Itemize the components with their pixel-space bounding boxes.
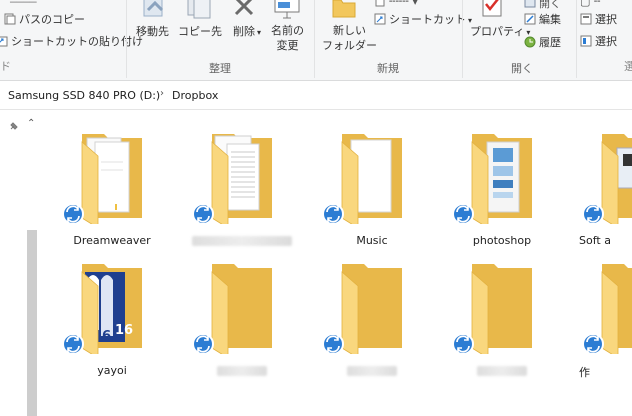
new-folder-button[interactable]: 新しい フォルダー bbox=[322, 23, 377, 53]
redacted-label bbox=[217, 366, 267, 376]
ribbon-separator bbox=[462, 0, 463, 78]
scroll-up-icon[interactable]: ⌃ bbox=[27, 118, 35, 129]
folder-label: yayoi bbox=[97, 364, 127, 377]
shortcut-label: ショートカット bbox=[389, 13, 466, 26]
redacted-label bbox=[347, 366, 397, 376]
open-clipped: 開く bbox=[539, 0, 561, 10]
folder-item[interactable]: Music bbox=[317, 124, 427, 247]
folder-label: photoshop bbox=[472, 234, 532, 247]
invert-selection-icon bbox=[580, 35, 592, 47]
paste-shortcut-button[interactable]: ショートカットの貼り付け bbox=[0, 33, 143, 49]
edit-button[interactable]: 編集 bbox=[524, 11, 561, 27]
select-none-icon bbox=[580, 13, 592, 25]
address-bar[interactable]: Samsung SSD 840 PRO (D:) › Dropbox bbox=[0, 83, 632, 110]
folder-label: Dreamweaver bbox=[73, 234, 151, 247]
pin-icon[interactable] bbox=[8, 120, 20, 135]
new-item-clipped: ╌╌╌ ▾ bbox=[389, 0, 418, 8]
scrollbar-thumb[interactable] bbox=[27, 230, 37, 416]
folder-item[interactable] bbox=[187, 124, 297, 246]
organize-group-label: 整理 bbox=[209, 62, 231, 75]
folder-item[interactable]: 作 bbox=[577, 254, 632, 379]
copy-to-label: コピー先 bbox=[178, 25, 222, 38]
paste-shortcut-label: ショートカットの貼り付け bbox=[11, 35, 143, 48]
ribbon: ──── パスのコピー ショートカットの貼り付け ド 移動先 コピー先 削除 ▾ … bbox=[0, 0, 632, 81]
ribbon-separator bbox=[126, 0, 127, 78]
folder-label: Soft a bbox=[579, 234, 611, 247]
edit-label: 編集 bbox=[539, 13, 561, 26]
new-item-button[interactable]: ╌╌╌ ▾ bbox=[374, 0, 418, 8]
properties-label: プロパティ bbox=[470, 25, 525, 38]
redacted-label bbox=[477, 366, 527, 376]
move-to-label: 移動先 bbox=[136, 25, 169, 38]
shortcut-icon bbox=[374, 13, 386, 25]
move-to-icon bbox=[142, 0, 168, 23]
folder-item[interactable]: 16 16 yayoi bbox=[57, 254, 167, 377]
folder-item[interactable] bbox=[317, 254, 427, 376]
history-button[interactable]: 履歴 bbox=[524, 34, 561, 50]
clipboard-group-fragment: ド bbox=[0, 60, 11, 73]
select-none-label: 選択 bbox=[595, 13, 617, 26]
easy-access-shortcut-button[interactable]: ショートカット ▾ bbox=[374, 11, 472, 27]
breadcrumb-folder[interactable]: Dropbox bbox=[172, 89, 218, 102]
new-group-label: 新規 bbox=[377, 62, 399, 75]
rename-button[interactable]: 名前の 変更 bbox=[271, 23, 304, 53]
properties-button[interactable]: プロパティ ▾ bbox=[470, 23, 530, 39]
new-folder-label-line1: 新しい bbox=[333, 24, 366, 37]
navigation-scrollbar[interactable]: ⌃ bbox=[25, 118, 39, 416]
ribbon-clipped-item: ──── bbox=[10, 0, 37, 9]
rename-icon bbox=[273, 0, 303, 23]
redacted-label bbox=[192, 236, 292, 246]
breadcrumb-drive[interactable]: Samsung SSD 840 PRO (D:) bbox=[8, 89, 160, 102]
delete-label: 削除 bbox=[233, 25, 255, 38]
invert-selection-label: 選択 bbox=[595, 35, 617, 48]
folder-item[interactable]: photoshop bbox=[447, 124, 557, 247]
delete-dropdown-icon: ▾ bbox=[257, 28, 262, 37]
history-label: 履歴 bbox=[539, 36, 561, 49]
folder-label: 作 bbox=[579, 366, 590, 379]
select-group-fragment: 選 bbox=[624, 60, 632, 73]
new-item-icon bbox=[374, 0, 386, 7]
folder-item[interactable]: Soft a bbox=[577, 124, 632, 247]
folder-item[interactable]: Dreamweaver bbox=[57, 124, 167, 247]
delete-icon bbox=[233, 0, 255, 21]
edit-icon bbox=[524, 13, 536, 25]
copy-path-label: パスのコピー bbox=[19, 13, 85, 26]
copy-to-icon bbox=[186, 0, 212, 23]
rename-label-line1: 名前の bbox=[271, 24, 304, 37]
open-icon bbox=[524, 0, 536, 9]
ribbon-separator bbox=[314, 0, 315, 78]
open-button[interactable]: 開く bbox=[524, 0, 561, 11]
ribbon-separator bbox=[576, 0, 577, 78]
new-folder-icon bbox=[331, 0, 357, 23]
folder-item[interactable] bbox=[187, 254, 297, 376]
paste-shortcut-icon bbox=[0, 35, 8, 47]
new-folder-label-line2: フォルダー bbox=[322, 39, 377, 52]
invert-selection-button[interactable]: 選択 bbox=[580, 33, 617, 49]
folder-label: Music bbox=[356, 234, 388, 247]
rename-label-line2: 変更 bbox=[276, 39, 299, 52]
open-group-label: 開く bbox=[511, 62, 533, 75]
copy-path-icon bbox=[4, 13, 16, 25]
move-to-button[interactable]: 移動先 bbox=[136, 23, 169, 39]
delete-button[interactable]: 削除 ▾ bbox=[233, 23, 261, 39]
svg-text:16: 16 bbox=[115, 323, 133, 338]
select-none-button[interactable]: 選択 bbox=[580, 11, 617, 27]
copy-to-button[interactable]: コピー先 bbox=[178, 23, 222, 39]
select-all-clipped[interactable]: ▢ ╌ bbox=[580, 0, 601, 8]
properties-icon bbox=[481, 0, 505, 23]
breadcrumb-chevron-icon[interactable]: › bbox=[160, 88, 164, 99]
history-icon bbox=[524, 36, 536, 48]
folder-item[interactable] bbox=[447, 254, 557, 376]
copy-path-button[interactable]: パスのコピー bbox=[4, 11, 85, 27]
